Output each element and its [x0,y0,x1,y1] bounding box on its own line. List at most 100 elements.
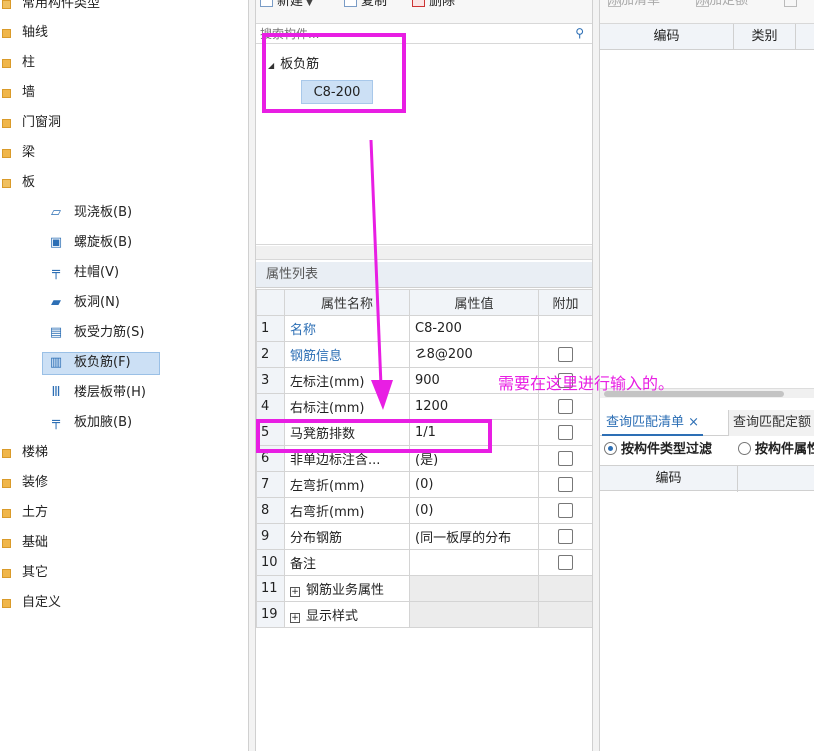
radio-selected[interactable] [604,442,617,455]
copy-button[interactable]: 复制 [344,0,387,12]
query-tabs: 查询匹配清单 × 查询匹配定额 [600,410,814,436]
expand-icon[interactable] [2,599,11,608]
tree-child-label: 现浇板(B) [74,205,133,220]
list-table-header: 编码 类别 [600,24,814,50]
expand-icon[interactable] [2,539,11,548]
extra-checkbox[interactable] [558,347,573,362]
tree-item-label: 墙 [22,85,36,100]
tree-item-label: 楼梯 [22,445,49,460]
copy-icon [344,0,357,7]
slab-hole-icon: ▰ [51,295,61,310]
extra-checkbox[interactable] [558,555,573,570]
expand-icon[interactable] [2,449,11,458]
prop-group-label: 钢筋业务属性 [306,583,385,598]
table-row[interactable]: 1 名称 C8-200 [256,315,593,342]
prop-value[interactable]: (同一板厚的分布 [409,523,539,550]
copy-button-label: 复制 [361,0,388,9]
prop-value[interactable]: (0) [409,497,539,524]
tab-match-list[interactable]: 查询匹配清单 × [602,410,704,436]
extra-checkbox[interactable] [558,477,573,492]
expand-icon[interactable] [2,509,11,518]
extra-checkbox[interactable] [558,503,573,518]
filter-options: 按构件类型过滤 按构件属性过滤 [600,437,814,463]
table-row[interactable]: 10 备注 [256,549,593,576]
prop-value [409,575,539,602]
list-toolbar: 添加清单 添加定额 [600,0,814,24]
tree-child-label: 螺旋板(B) [74,235,133,250]
prop-value[interactable] [409,549,539,576]
slab-icon: ▱ [51,205,61,220]
expand-icon[interactable] [2,149,11,158]
prop-extra [538,549,593,576]
highlight-box-row5 [256,419,492,453]
col-code: 编码 [600,466,738,492]
annotation-note: 需要在这里进行输入的。 [498,374,675,393]
extra-checkbox[interactable] [558,451,573,466]
expand-plus-icon[interactable]: + [290,613,300,623]
prop-extra [538,445,593,472]
tab-match-quota[interactable]: 查询匹配定额 [728,410,814,436]
tree-item-label: 其它 [22,565,49,580]
properties-table: 属性名称 属性值 附加 1 名称 C8-200 2 钢筋信息 ☡8@200 3 … [256,289,593,628]
radio-unselected[interactable] [738,442,751,455]
expand-icon[interactable] [2,89,11,98]
component-toolbar: 新建 ▼ 复制 删除 [256,0,592,24]
expand-icon[interactable] [2,479,11,488]
expand-icon[interactable] [2,119,11,128]
expand-icon[interactable] [2,29,11,38]
prop-group-label: 显示样式 [306,609,359,624]
filter-by-attr[interactable]: 按构件属性过滤 [738,437,814,463]
table-row[interactable]: 2 钢筋信息 ☡8@200 [256,341,593,368]
tree-item-label: 基础 [22,535,49,550]
chevron-down-icon[interactable]: ▼ [306,0,313,8]
extra-checkbox[interactable] [558,425,573,440]
add-list-label: 添加清单 [608,0,661,8]
prop-value[interactable]: (0) [409,471,539,498]
expand-icon[interactable] [2,0,11,9]
tree-item-label: 门窗洞 [22,115,62,130]
col-code: 编码 [600,24,734,50]
delete-button-label: 删除 [429,0,456,9]
table-row[interactable]: 8 右弯折(mm) (0) [256,497,593,524]
filter-by-type[interactable]: 按构件类型过滤 [604,437,712,463]
table-row-group[interactable]: 19 + 显示样式 [256,601,593,628]
expand-icon[interactable] [2,569,11,578]
row-num: 19 [256,601,285,628]
tree-child-label: 楼层板带(H) [74,385,146,400]
new-button[interactable]: 新建 ▼ [260,0,313,12]
tree-child-label: 板受力筋(S) [74,325,145,340]
collapse-icon[interactable] [2,179,11,188]
tree-item-label: 装修 [22,475,49,490]
table-row[interactable]: 7 左弯折(mm) (0) [256,471,593,498]
table-header-row: 属性名称 属性值 附加 [256,289,593,316]
prop-extra [538,341,593,368]
prop-value[interactable]: ☡8@200 [409,341,539,368]
prop-extra [538,523,593,550]
tree-header-label: 常用构件类型 [22,0,101,11]
expand-icon[interactable] [2,59,11,68]
prop-value[interactable]: C8-200 [409,315,539,342]
delete-button[interactable]: 删除 [412,0,455,12]
panel-splitter[interactable] [248,0,256,751]
tree-child-label: 板负筋(F) [74,355,131,370]
prop-name: 右标注(mm) [284,393,410,420]
col-num [256,289,285,316]
expand-plus-icon[interactable]: + [290,587,300,597]
prop-value[interactable]: 1200 [409,393,539,420]
table-row[interactable]: 4 右标注(mm) 1200 [256,393,593,420]
new-button-label: 新建 [277,0,304,9]
table-row-group[interactable]: 11 + 钢筋业务属性 [256,575,593,602]
extra-checkbox[interactable] [558,529,573,544]
table-row[interactable]: 9 分布钢筋 (同一板厚的分布 [256,523,593,550]
highlight-box-component [262,33,406,113]
row-num: 2 [256,341,285,368]
search-icon[interactable]: ⚲ [575,26,584,40]
extra-checkbox[interactable] [558,399,573,414]
slab-stress-rebar-icon: ▤ [49,325,63,340]
prop-value [409,601,539,628]
floor-strip-icon: Ⅲ [51,385,61,400]
tree-item-label: 土方 [22,505,49,520]
panel-divider[interactable] [256,246,592,260]
tree-item-label: 柱 [22,55,36,70]
close-icon[interactable]: × [688,415,699,430]
